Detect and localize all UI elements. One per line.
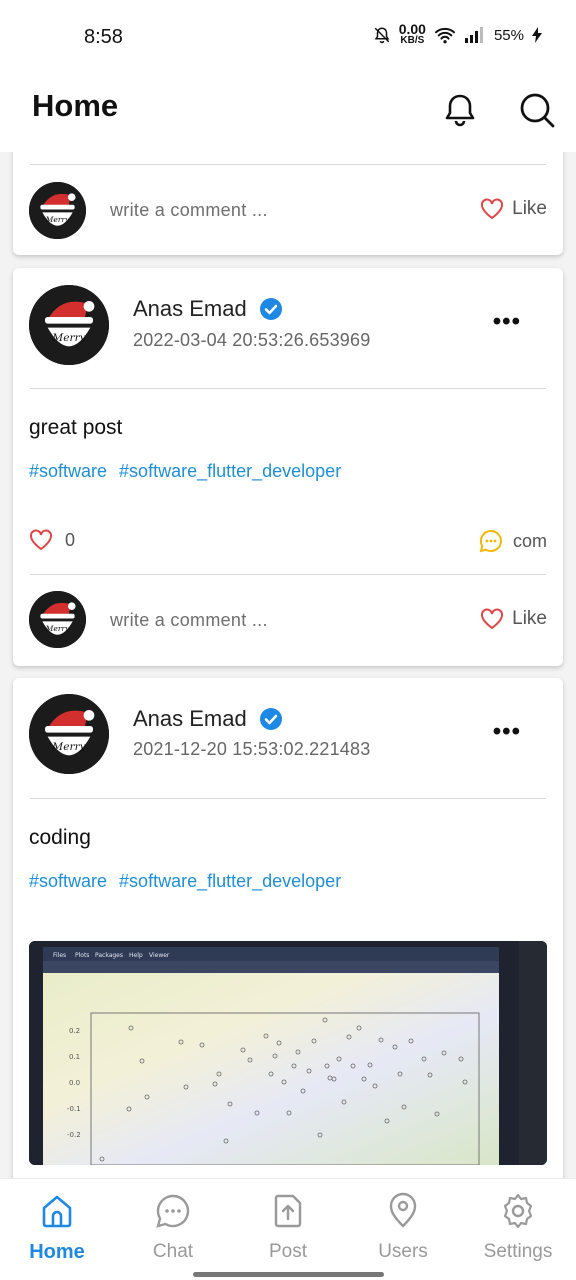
svg-text:Merry: Merry — [51, 331, 86, 344]
more-options-icon[interactable]: ••• — [493, 718, 521, 746]
nav-item-home[interactable]: Home — [2, 1191, 112, 1264]
post-image[interactable]: Files Plots Packages Help Viewer 0.2 0.1… — [29, 941, 547, 1165]
more-options-icon[interactable]: ••• — [493, 308, 521, 336]
hashtags: #software #software_flutter_developer — [29, 461, 341, 482]
post-text: great post — [29, 416, 123, 439]
post-upload-icon — [274, 1194, 302, 1228]
nav-label: Users — [378, 1241, 428, 1262]
status-bar: 8:58 0.00 KB/S 55% — [0, 0, 576, 72]
app-bar: Home — [0, 72, 576, 152]
avatar[interactable]: Merry — [29, 591, 86, 648]
svg-text:Plots: Plots — [75, 952, 89, 959]
signal-icon — [464, 27, 483, 43]
heart-icon — [481, 608, 504, 630]
like-label: Like — [512, 198, 547, 219]
author-name[interactable]: Anas Emad — [133, 296, 247, 322]
location-pin-icon — [389, 1192, 417, 1228]
svg-text:Merry: Merry — [45, 624, 71, 633]
like-count-button[interactable]: 0 — [29, 529, 75, 551]
svg-text:Viewer: Viewer — [149, 952, 170, 959]
feed[interactable]: Merry write a comment ... Like Merry Ana… — [0, 152, 576, 1178]
comment-input[interactable]: write a comment ... — [110, 610, 268, 631]
nav-label: Settings — [483, 1241, 553, 1262]
divider — [30, 388, 546, 389]
svg-text:Files: Files — [53, 952, 66, 959]
author-avatar[interactable]: Merry — [29, 694, 109, 774]
post-date: 2022-03-04 20:53:26.653969 — [133, 330, 371, 350]
battery-level: 55% — [493, 26, 524, 44]
author-name[interactable]: Anas Emad — [133, 706, 247, 732]
comment-input[interactable]: write a comment ... — [110, 200, 268, 221]
verified-badge-icon — [259, 708, 282, 730]
avatar[interactable]: Merry — [29, 182, 86, 239]
nav-label: Post — [268, 1241, 308, 1262]
home-indicator[interactable] — [193, 1272, 384, 1277]
svg-text:0.1: 0.1 — [69, 1053, 80, 1061]
nav-item-post[interactable]: Post — [233, 1191, 343, 1263]
svg-text:Merry: Merry — [51, 740, 86, 753]
like-button[interactable]: Like — [480, 198, 547, 220]
comment-button[interactable]: com — [479, 529, 547, 553]
hashtags: #software #software_flutter_developer — [29, 871, 341, 892]
like-button[interactable]: Like — [480, 608, 547, 630]
author-name-row: Anas Emad — [133, 706, 283, 732]
post-card-partial: Merry write a comment ... Like — [13, 152, 563, 255]
svg-text:0.2: 0.2 — [69, 1027, 80, 1035]
page-title: Home — [32, 88, 119, 123]
chat-icon — [156, 1194, 190, 1228]
post-card: Merry Anas Emad 2022-03-04 20:53:26.6539… — [13, 268, 563, 666]
author-name-row: Anas Emad — [133, 296, 283, 322]
bottom-navigation: Home Chat Post Users Settings — [0, 1178, 576, 1280]
post-text: coding — [29, 826, 91, 849]
like-count: 0 — [65, 529, 76, 550]
screen: 8:58 0.00 KB/S 55% Home Merry write a co… — [0, 0, 576, 1280]
gear-icon — [503, 1193, 533, 1229]
net-speed: 0.00 KB/S — [398, 21, 426, 46]
hashtag-link[interactable]: #software — [29, 461, 107, 482]
svg-text:Help: Help — [129, 952, 143, 959]
svg-text:0.0: 0.0 — [69, 1079, 80, 1087]
status-time: 8:58 — [84, 26, 123, 48]
search-icon[interactable] — [517, 90, 557, 130]
comment-label: com — [512, 530, 547, 551]
nav-label: Chat — [152, 1241, 194, 1262]
nav-item-settings[interactable]: Settings — [463, 1191, 573, 1263]
post-card: Merry Anas Emad 2021-12-20 15:53:02.2214… — [13, 678, 563, 1178]
home-icon — [42, 1195, 72, 1228]
heart-icon — [481, 198, 504, 220]
nav-item-users[interactable]: Users — [348, 1191, 458, 1263]
verified-badge-icon — [259, 298, 282, 320]
like-label: Like — [512, 608, 547, 629]
divider — [30, 164, 546, 165]
hashtag-link[interactable]: #software — [29, 871, 107, 892]
svg-text:Packages: Packages — [95, 952, 123, 959]
post-date: 2021-12-20 15:53:02.221483 — [133, 739, 371, 759]
wifi-icon — [434, 27, 455, 44]
nav-label: Home — [29, 1241, 85, 1263]
author-avatar[interactable]: Merry — [29, 285, 109, 365]
comment-icon — [479, 529, 502, 553]
bell-icon[interactable] — [440, 90, 480, 130]
nav-item-chat[interactable]: Chat — [118, 1191, 228, 1263]
heart-icon — [30, 529, 52, 551]
status-icons: 0.00 KB/S 55% — [373, 21, 542, 46]
divider — [30, 574, 546, 575]
divider — [30, 798, 546, 799]
svg-text:-0.2: -0.2 — [67, 1131, 81, 1139]
hashtag-link[interactable]: #software_flutter_developer — [119, 461, 341, 482]
svg-text:Merry: Merry — [45, 215, 71, 224]
hashtag-link[interactable]: #software_flutter_developer — [119, 871, 341, 892]
mute-bell-icon — [374, 27, 390, 44]
charging-icon — [532, 27, 542, 43]
scatter-plot-photo: Files Plots Packages Help Viewer 0.2 0.1… — [29, 941, 547, 1165]
svg-text:-0.1: -0.1 — [67, 1105, 81, 1113]
